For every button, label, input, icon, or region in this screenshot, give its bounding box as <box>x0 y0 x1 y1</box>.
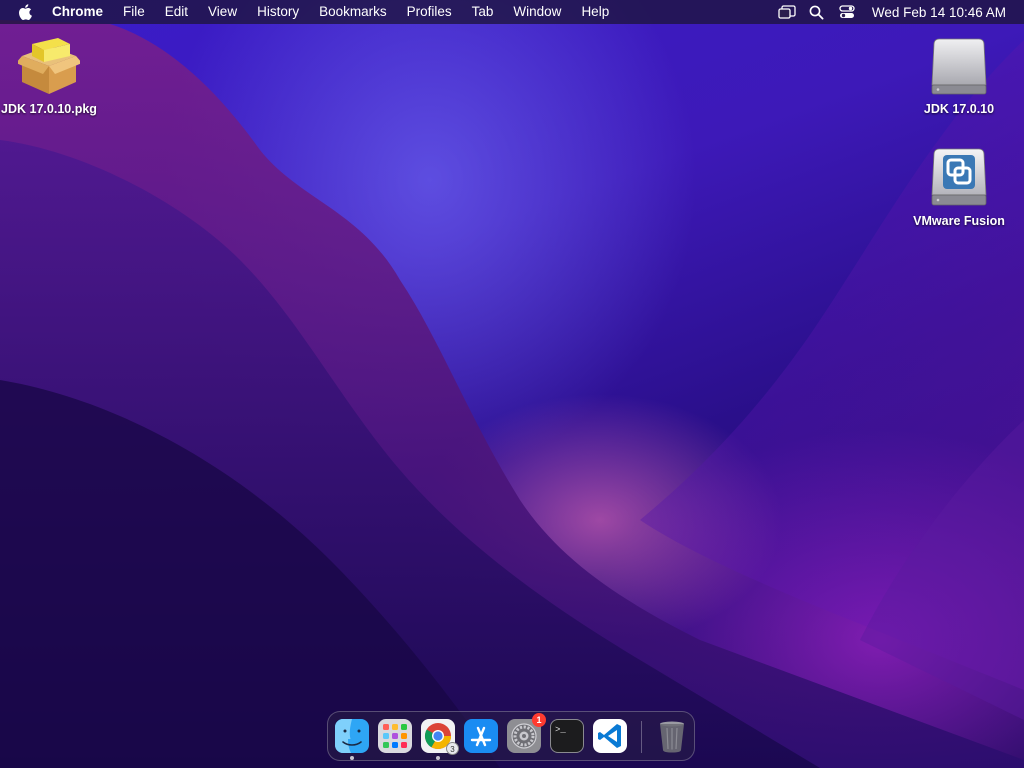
vmware-disk-icon <box>927 146 991 210</box>
control-center-icon[interactable] <box>832 0 862 24</box>
disk-image-icon <box>927 34 991 98</box>
dock-app-store[interactable] <box>464 719 498 753</box>
menu-tab[interactable]: Tab <box>462 0 504 24</box>
app-store-icon <box>464 719 498 753</box>
desktop-icon-label: JDK 17.0.10 <box>923 102 995 116</box>
desktop-icon-vmware-fusion[interactable]: VMware Fusion <box>899 146 1019 228</box>
spotlight-search-icon[interactable] <box>802 0 832 24</box>
menu-file[interactable]: File <box>113 0 155 24</box>
wallpaper <box>0 20 1024 768</box>
menu-bar: Chrome File Edit View History Bookmarks … <box>0 0 1024 24</box>
running-indicator <box>436 756 440 760</box>
finder-icon <box>335 719 369 753</box>
desktop-icon-jdk-pkg[interactable]: JDK 17.0.10.pkg <box>0 34 109 116</box>
desktop-icon-jdk-volume[interactable]: JDK 17.0.10 <box>899 34 1019 116</box>
menu-help[interactable]: Help <box>571 0 619 24</box>
dock-vscode[interactable] <box>593 719 627 753</box>
dock-chrome[interactable]: 3 <box>421 719 459 760</box>
launchpad-icon <box>378 719 412 753</box>
menu-view[interactable]: View <box>198 0 247 24</box>
dock-terminal[interactable]: >_ <box>550 719 584 753</box>
vscode-icon <box>593 719 627 753</box>
chrome-profile-badge: 3 <box>446 742 459 755</box>
dock-trash[interactable] <box>655 719 689 753</box>
menu-bar-clock[interactable]: Wed Feb 14 10:46 AM <box>862 5 1024 20</box>
desktop-icon-label: VMware Fusion <box>913 214 1005 228</box>
menu-bookmarks[interactable]: Bookmarks <box>309 0 397 24</box>
dock-launchpad[interactable] <box>378 719 412 753</box>
terminal-icon: >_ <box>550 719 584 753</box>
menu-app-name[interactable]: Chrome <box>38 0 113 24</box>
running-indicator <box>350 756 354 760</box>
dock-finder[interactable] <box>335 719 369 760</box>
desktop-icon-label: JDK 17.0.10.pkg <box>1 102 97 116</box>
menu-profiles[interactable]: Profiles <box>397 0 462 24</box>
trash-icon <box>660 721 684 753</box>
notification-badge: 1 <box>532 713 546 727</box>
package-icon <box>17 34 81 98</box>
dock-system-settings[interactable]: 1 <box>507 713 546 753</box>
terminal-prompt-glyph: >_ <box>555 725 566 735</box>
menu-edit[interactable]: Edit <box>155 0 198 24</box>
apple-menu-icon[interactable] <box>12 0 38 24</box>
menu-window[interactable]: Window <box>503 0 571 24</box>
status-area: Wed Feb 14 10:46 AM <box>772 0 1024 24</box>
dock: 3 1 >_ <box>327 711 695 761</box>
menu-history[interactable]: History <box>247 0 309 24</box>
stage-manager-icon[interactable] <box>772 0 802 24</box>
dock-separator <box>641 721 642 753</box>
desktop[interactable]: Chrome File Edit View History Bookmarks … <box>0 0 1024 768</box>
